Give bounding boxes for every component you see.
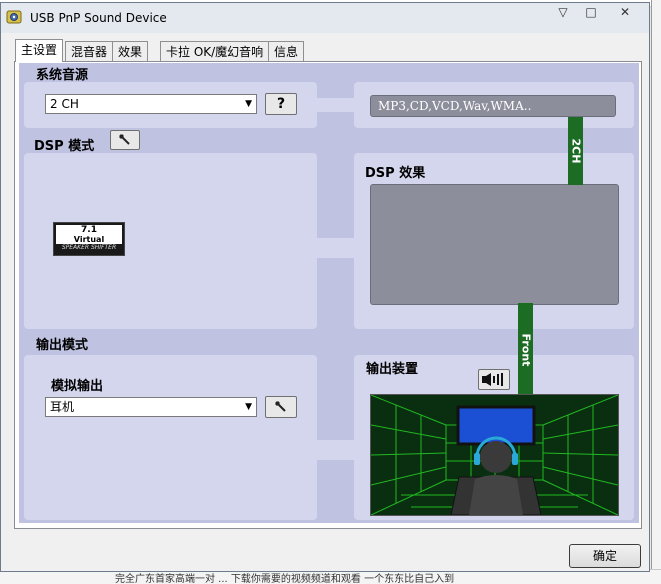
background-text: 完全广东首家高端一对 ... 下载你需要的视频频道和观看 一个东东比自己入到 <box>115 574 455 584</box>
speaker-app-icon <box>6 10 22 24</box>
connector-bridge-low <box>317 440 354 460</box>
connector-bridge-mid <box>317 238 354 258</box>
window-title: USB PnP Sound Device <box>30 11 167 25</box>
tab-info[interactable]: 信息 <box>268 41 305 61</box>
connector-bridge <box>317 98 354 112</box>
background-right-strip <box>651 0 661 583</box>
menu-dropdown-button[interactable]: ▽ <box>552 4 574 20</box>
system-source-value: 2 CH <box>50 97 79 111</box>
system-source-heading: 系统音源 <box>36 68 89 83</box>
speaker-icon <box>482 373 503 386</box>
tab-effects[interactable]: 效果 <box>112 41 149 61</box>
tab-mixer[interactable]: 混音器 <box>65 41 114 61</box>
dsp-mode-heading: DSP 模式 <box>34 139 95 154</box>
chevron-down-icon: ▼ <box>245 402 252 412</box>
connector-front-label: Front <box>519 333 532 366</box>
output-settings-button[interactable] <box>265 396 297 418</box>
tab-main-settings[interactable]: 主设置 <box>15 39 64 62</box>
logo-line3: SPEAKER SHIFTER <box>61 244 117 251</box>
maximize-button[interactable]: □ <box>580 4 602 20</box>
virtual-speaker-shifter-logo: 7.1 Virtual SPEAKER SHIFTER <box>53 222 125 256</box>
system-source-select[interactable]: 2 CH ▼ <box>45 94 257 114</box>
connector-2ch: 2CH <box>568 117 583 185</box>
output-mode-heading: 输出模式 <box>36 338 89 353</box>
output-mode-value: 耳机 <box>50 400 75 414</box>
output-device-heading: 输出装置 <box>366 362 419 377</box>
speaker-config-button[interactable] <box>478 369 510 390</box>
wrench-icon <box>119 134 130 145</box>
dsp-effect-display <box>370 184 619 305</box>
logo-line2: Virtual <box>56 235 122 244</box>
room-grid-graphic <box>371 395 618 515</box>
wrench-icon <box>275 401 286 412</box>
logo-line1: 7.1 <box>56 225 122 235</box>
dsp-effect-heading: DSP 效果 <box>365 166 426 181</box>
help-button[interactable]: ? <box>265 93 297 115</box>
formats-display: MP3,CD,VCD,Wav,WMA.. <box>370 95 616 117</box>
close-button[interactable]: ✕ <box>614 4 636 20</box>
dsp-mode-settings-button[interactable] <box>110 130 140 150</box>
tab-karaoke[interactable]: 卡拉 OK/魔幻音响 <box>160 41 270 61</box>
chevron-down-icon: ▼ <box>245 99 252 109</box>
connector-front: Front <box>518 303 533 396</box>
output-mode-select[interactable]: 耳机 ▼ <box>45 397 257 417</box>
analog-output-heading: 模拟输出 <box>51 379 104 394</box>
connector-2ch-label: 2CH <box>569 138 582 164</box>
ok-button[interactable]: 确定 <box>569 544 641 568</box>
headphone-scene <box>370 394 619 516</box>
